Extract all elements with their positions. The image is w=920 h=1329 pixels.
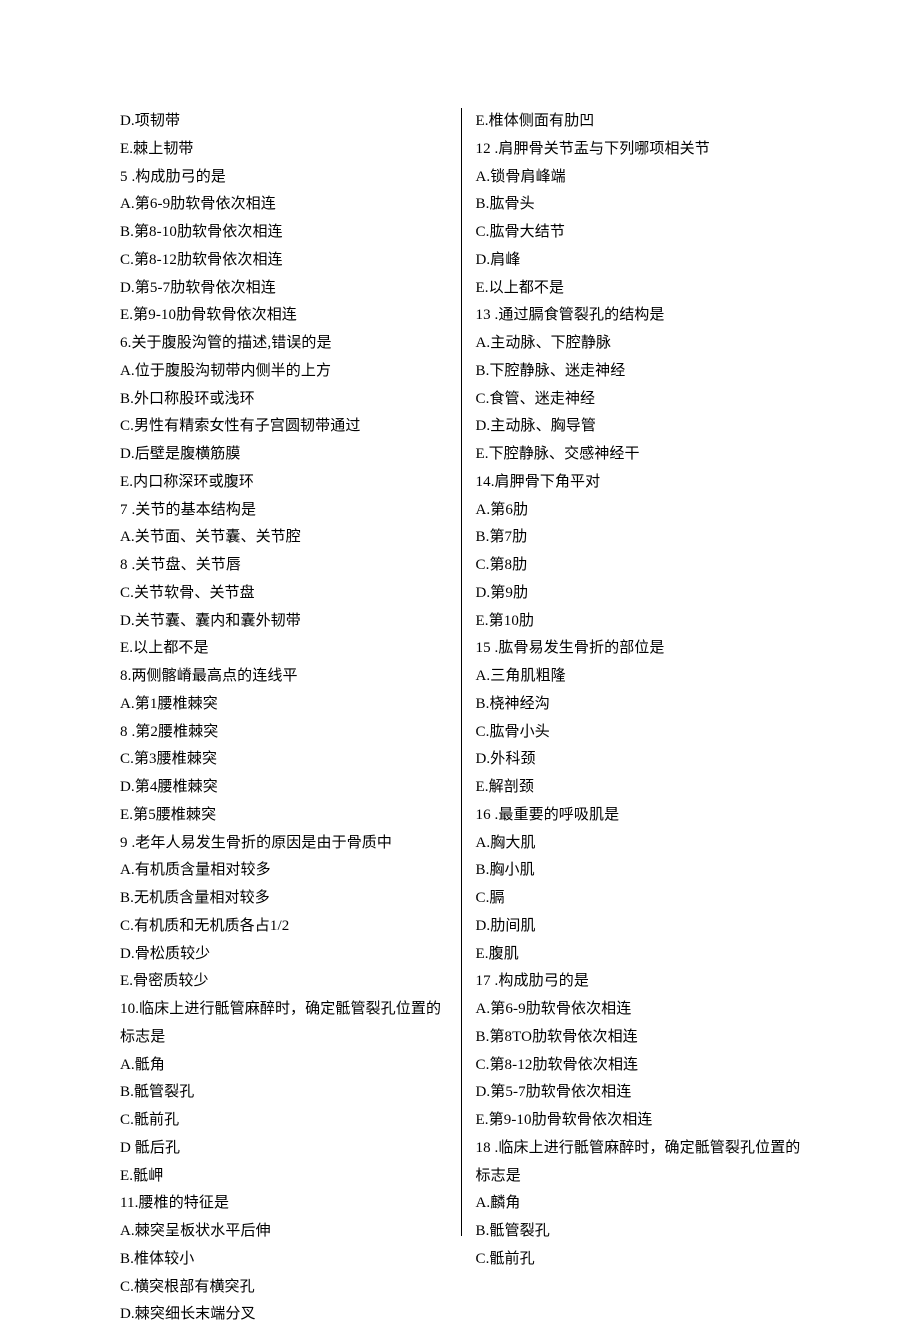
text-line: C.第3腰椎棘突 [120,746,447,774]
text-line: D.骨松质较少 [120,941,447,969]
text-line: 17 .构成肋弓的是 [476,968,803,996]
text-line: C.第8-12肋软骨依次相连 [476,1052,803,1080]
text-line: E.第10肋 [476,608,803,636]
text-line: 6.关于腹股沟管的描述,错误的是 [120,330,447,358]
text-line: 8 .关节盘、关节唇 [120,552,447,580]
text-line: B.外口称股环或浅环 [120,386,447,414]
text-line: 8.两侧髂嵴最高点的连线平 [120,663,447,691]
text-line: C.第8肋 [476,552,803,580]
text-line: C.膈 [476,885,803,913]
text-line: C.肱骨小头 [476,719,803,747]
columns-container: D.项韧带E.棘上韧带5 .构成肋弓的是A.第6-9肋软骨依次相连B.第8-10… [120,108,802,1241]
text-line: A.骶角 [120,1052,447,1080]
text-line: A.关节面、关节囊、关节腔 [120,524,447,552]
text-line: E.以上都不是 [476,275,803,303]
document-page: D.项韧带E.棘上韧带5 .构成肋弓的是A.第6-9肋软骨依次相连B.第8-10… [0,0,920,1301]
text-line: A.主动脉、下腔静脉 [476,330,803,358]
text-line: D.棘突细长末端分叉 [120,1301,447,1329]
text-line: E.第9-10肋骨软骨依次相连 [120,302,447,330]
text-line: A.第1腰椎棘突 [120,691,447,719]
text-line: B.骶管裂孔 [476,1218,803,1246]
text-line: C.肱骨大结节 [476,219,803,247]
text-line: D.第9肋 [476,580,803,608]
text-line: A.锁骨肩峰端 [476,164,803,192]
text-line: 12 .肩胛骨关节盂与下列哪项相关节 [476,136,803,164]
text-line: D.主动脉、胸导管 [476,413,803,441]
text-line: D.后壁是腹横筋膜 [120,441,447,469]
text-line: D.肋间肌 [476,913,803,941]
text-line: E.腹肌 [476,941,803,969]
text-line: 7 .关节的基本结构是 [120,497,447,525]
text-line: E.以上都不是 [120,635,447,663]
text-line: C.骶前孔 [120,1107,447,1135]
text-line: E.下腔静脉、交感神经干 [476,441,803,469]
text-line: E.第5腰椎棘突 [120,802,447,830]
text-line: C.食管、迷走神经 [476,386,803,414]
text-line: B.第8TO肋软骨依次相连 [476,1024,803,1052]
text-line: E.解剖颈 [476,774,803,802]
text-line: A.胸大肌 [476,830,803,858]
text-line: B.骶管裂孔 [120,1079,447,1107]
text-line: D.肩峰 [476,247,803,275]
text-line: D.外科颈 [476,746,803,774]
text-line: E.骨密质较少 [120,968,447,996]
text-line: B.第8-10肋软骨依次相连 [120,219,447,247]
text-line: C.关节软骨、关节盘 [120,580,447,608]
text-line: B.第7肋 [476,524,803,552]
text-line: 5 .构成肋弓的是 [120,164,447,192]
text-line: A.第6-9肋软骨依次相连 [476,996,803,1024]
text-line: C.男性有精索女性有子宫圆韧带通过 [120,413,447,441]
text-line: B.桡神经沟 [476,691,803,719]
text-line: 16 .最重要的呼吸肌是 [476,802,803,830]
text-line: A.第6肋 [476,497,803,525]
text-line: D 骶后孔 [120,1135,447,1163]
text-line: D.第5-7肋软骨依次相连 [476,1079,803,1107]
text-line: E.骶岬 [120,1163,447,1191]
text-line: 10.临床上进行骶管麻醉时，确定骶管裂孔位置的标志是 [120,996,447,1052]
text-line: A.棘突呈板状水平后伸 [120,1218,447,1246]
text-line: 18 .临床上进行骶管麻醉时，确定骶管裂孔位置的标志是 [476,1135,803,1191]
text-line: B.椎体较小 [120,1246,447,1274]
text-line: B.肱骨头 [476,191,803,219]
text-line: B.下腔静脉、迷走神经 [476,358,803,386]
text-line: E.椎体侧面有肋凹 [476,108,803,136]
text-line: C.有机质和无机质各占1/2 [120,913,447,941]
text-line: E.第9-10肋骨软骨依次相连 [476,1107,803,1135]
text-line: 11.腰椎的特征是 [120,1190,447,1218]
text-line: D.第4腰椎棘突 [120,774,447,802]
text-line: C.第8-12肋软骨依次相连 [120,247,447,275]
text-line: C.横突根部有横突孔 [120,1274,447,1302]
right-column: E.椎体侧面有肋凹12 .肩胛骨关节盂与下列哪项相关节A.锁骨肩峰端B.肱骨头C… [462,108,803,1241]
text-line: C.骶前孔 [476,1246,803,1274]
text-line: A.麟角 [476,1190,803,1218]
text-line: B.胸小肌 [476,857,803,885]
text-line: A.第6-9肋软骨依次相连 [120,191,447,219]
text-line: 15 .肱骨易发生骨折的部位是 [476,635,803,663]
text-line: E.内口称深环或腹环 [120,469,447,497]
text-line: B.无机质含量相对较多 [120,885,447,913]
text-line: A.有机质含量相对较多 [120,857,447,885]
text-line: 9 .老年人易发生骨折的原因是由于骨质中 [120,830,447,858]
text-line: 13 .通过膈食管裂孔的结构是 [476,302,803,330]
text-line: D.关节囊、囊内和囊外韧带 [120,608,447,636]
text-line: A.三角肌粗隆 [476,663,803,691]
text-line: A.位于腹股沟韧带内侧半的上方 [120,358,447,386]
text-line: 8 .第2腰椎棘突 [120,719,447,747]
left-column: D.项韧带E.棘上韧带5 .构成肋弓的是A.第6-9肋软骨依次相连B.第8-10… [120,108,461,1241]
text-line: D.第5-7肋软骨依次相连 [120,275,447,303]
text-line: E.棘上韧带 [120,136,447,164]
text-line: D.项韧带 [120,108,447,136]
text-line: 14.肩胛骨下角平对 [476,469,803,497]
